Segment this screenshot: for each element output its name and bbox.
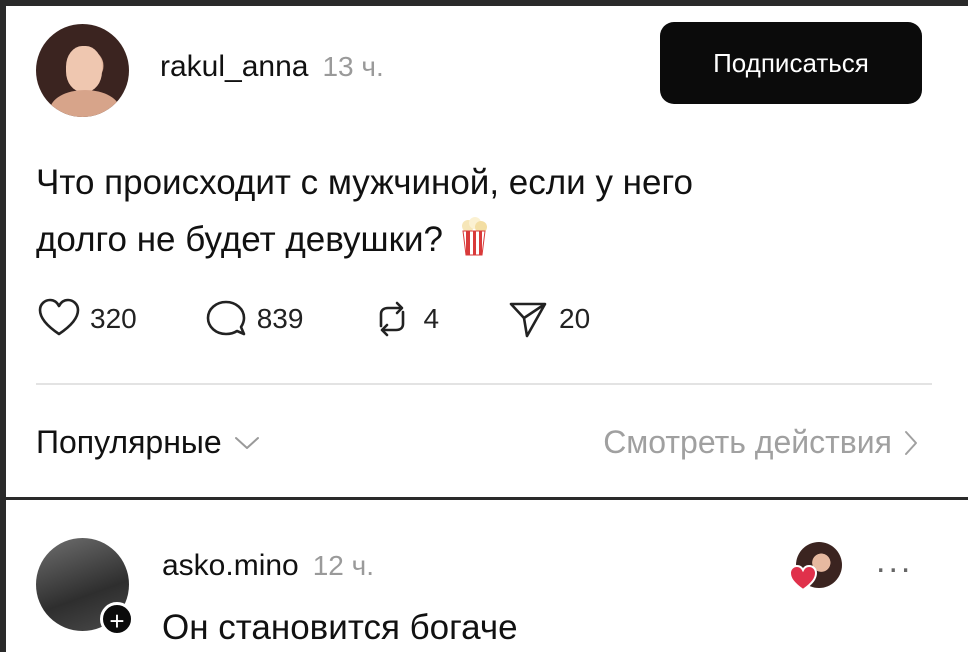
commenter-username[interactable]: asko.mino [162,549,299,583]
comment-header: asko.mino 12 ч. [162,549,374,583]
post-text: Что происходит с мужчиной, если у него д… [36,154,856,268]
repost-icon [380,301,405,337]
avatar-face [66,46,102,92]
follow-plus-icon[interactable]: + [100,602,134,636]
post-card: rakul_anna 13 ч. Подписаться Что происхо… [0,6,968,652]
more-options-icon[interactable]: ... [876,542,913,581]
see-actions-label: Смотреть действия [603,424,892,460]
follow-button[interactable]: Подписаться [660,22,922,104]
left-border [0,6,6,652]
popcorn-icon [461,217,487,256]
send-icon [509,302,547,338]
heart-icon [38,298,80,336]
post-text-line-2: долго не будет девушки? [36,211,856,268]
sort-label: Популярные [36,424,222,460]
post-header: rakul_anna 13 ч. [160,50,384,84]
comment-time: 12 ч. [312,550,375,581]
section-separator [0,497,968,500]
author-avatar[interactable] [36,24,129,117]
post-actions: 320 839 4 20 [36,296,656,342]
chevron-down-icon [234,436,259,449]
post-text-line-1: Что происходит с мужчиной, если у него [36,163,693,202]
author-liked-avatar [788,542,842,592]
like-count: 320 [90,303,137,334]
comment-icon [206,300,246,336]
see-actions-link[interactable]: Смотреть действия [603,424,920,461]
repost-count: 4 [423,303,440,334]
divider [36,383,932,385]
comment-text: Он становится богаче [162,608,518,647]
comment-count: 839 [256,303,304,334]
avatar-shoulder [50,90,120,117]
comment-action[interactable]: 839 [203,296,304,342]
sort-dropdown[interactable]: Популярные [36,424,262,461]
heart-filled-icon [788,564,818,592]
post-time: 13 ч. [322,51,384,82]
share-count: 20 [559,303,591,334]
chevron-right-icon [905,430,917,455]
post-text-line-2-text: долго не будет девушки? [36,220,443,259]
share-action[interactable]: 20 [505,296,590,342]
like-action[interactable]: 320 [36,296,137,342]
author-username[interactable]: rakul_anna [160,50,308,84]
repost-action[interactable]: 4 [369,296,439,342]
commenter-avatar[interactable]: + [36,538,134,636]
